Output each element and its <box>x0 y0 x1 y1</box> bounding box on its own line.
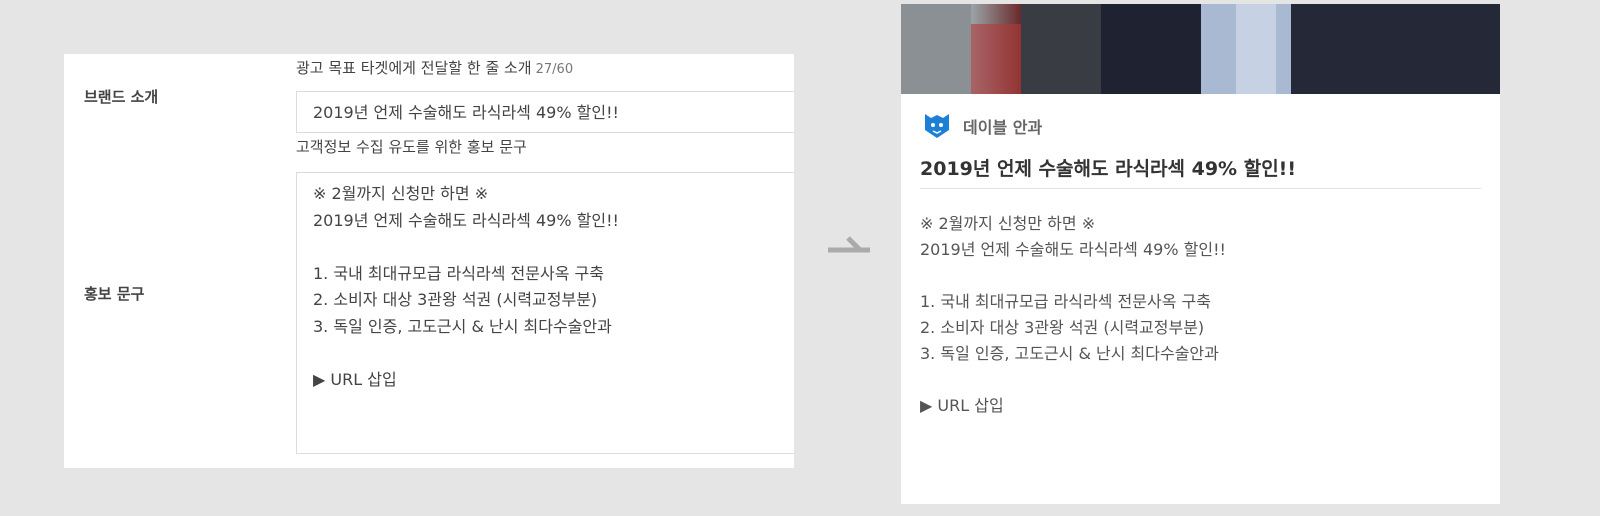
preview-divider <box>920 188 1481 189</box>
arrow-right-icon <box>828 236 870 253</box>
preview-title: 2019년 언제 수술해도 라식라섹 49% 할인!! <box>920 158 1297 180</box>
promo-line <box>313 340 794 367</box>
preview-line: ※ 2월까지 신청만 하면 ※ <box>920 214 1096 233</box>
char-count: 27/60 <box>535 62 574 77</box>
ad-form-panel: 브랜드 소개 광고 목표 타겟에게 전달할 한 줄 소개 27/60 2019년 … <box>64 54 794 468</box>
brand-name: 데이블 안과 <box>963 118 1043 137</box>
promo-line <box>313 234 794 261</box>
preview-line <box>920 367 1226 393</box>
preview-line: ▶ URL 삽입 <box>920 396 1004 415</box>
promo-line: 1. 국내 최대규모급 라식라섹 전문사옥 구축 <box>313 263 604 283</box>
brand-intro-helper: 광고 목표 타겟에게 전달할 한 줄 소개 27/60 <box>296 57 573 78</box>
brand-intro-helper-text: 광고 목표 타겟에게 전달할 한 줄 소개 <box>296 59 532 77</box>
promo-line: ▶ URL 삽입 <box>313 369 397 389</box>
preview-line <box>920 263 1226 289</box>
brand-intro-label: 브랜드 소개 <box>84 88 159 106</box>
fox-logo-icon <box>925 114 949 138</box>
promo-line: 3. 독일 인증, 고도근시 & 난시 최다수술안과 <box>313 316 612 336</box>
preview-line: 2019년 언제 수술해도 라식라섹 49% 할인!! <box>920 240 1226 259</box>
promo-textarea[interactable]: ※ 2월까지 신청만 하면 ※ 2019년 언제 수술해도 라식라섹 49% 할… <box>296 172 794 454</box>
ad-preview-card: 데이블 안과 2019년 언제 수술해도 라식라섹 49% 할인!! ※ 2월까… <box>901 4 1500 504</box>
preview-line: 2. 소비자 대상 3관왕 석권 (시력교정부분) <box>920 318 1205 337</box>
promo-line: 2. 소비자 대상 3관왕 석권 (시력교정부분) <box>313 290 598 309</box>
preview-line: 1. 국내 최대규모급 라식라섹 전문사옥 구축 <box>920 292 1211 311</box>
promo-helper: 고객정보 수집 유도를 위한 홍보 문구 <box>296 138 527 156</box>
preview-image <box>901 4 1500 94</box>
promo-label: 홍보 문구 <box>84 285 145 303</box>
brand-intro-input[interactable]: 2019년 언제 수술해도 라식라섹 49% 할인!! <box>296 91 794 133</box>
promo-line: ※ 2월까지 신청만 하면 ※ <box>313 184 489 203</box>
preview-body: ※ 2월까지 신청만 하면 ※ 2019년 언제 수술해도 라식라섹 49% 할… <box>920 211 1226 419</box>
preview-line: 3. 독일 인증, 고도근시 & 난시 최다수술안과 <box>920 344 1219 363</box>
promo-line: 2019년 언제 수술해도 라식라섹 49% 할인!! <box>313 210 619 230</box>
